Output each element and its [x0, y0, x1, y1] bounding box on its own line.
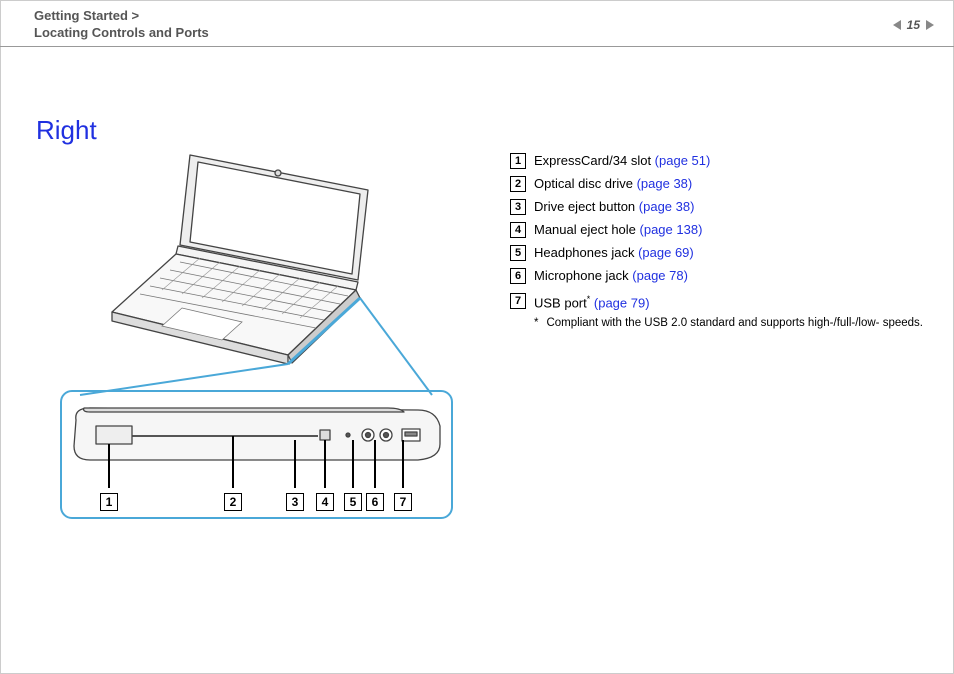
legend-text: ExpressCard/34 slot (page 51) — [534, 152, 710, 170]
pointer-line — [294, 440, 296, 488]
legend-number: 4 — [510, 222, 526, 238]
legend-text: Manual eject hole (page 138) — [534, 221, 702, 239]
legend-label: Microphone jack — [534, 268, 632, 283]
legend-label: Manual eject hole — [534, 222, 640, 237]
pointer-line — [374, 440, 376, 488]
callout-number-row: 1 2 3 4 5 6 7 — [62, 491, 451, 511]
callout-box: 1 2 3 4 5 6 7 — [60, 390, 453, 519]
footnote-text: Compliant with the USB 2.0 standard and … — [546, 317, 923, 329]
callout-number: 2 — [224, 493, 242, 511]
breadcrumb-line1: Getting Started > — [34, 7, 209, 24]
page-ref-link[interactable]: (page 51) — [655, 153, 711, 168]
legend-item: 5 Headphones jack (page 69) — [510, 244, 930, 262]
next-page-icon[interactable] — [926, 20, 934, 30]
page-ref-link[interactable]: (page 79) — [594, 295, 650, 310]
callout-number: 1 — [100, 493, 118, 511]
callout-number: 7 — [394, 493, 412, 511]
pointer-line — [108, 444, 110, 488]
legend-number: 7 — [510, 293, 526, 309]
legend-number: 6 — [510, 268, 526, 284]
page-ref-link[interactable]: (page 38) — [637, 176, 693, 191]
legend-sup: * — [587, 294, 591, 304]
prev-page-icon[interactable] — [893, 20, 901, 30]
legend-number: 5 — [510, 245, 526, 261]
legend-item: 1 ExpressCard/34 slot (page 51) — [510, 152, 930, 170]
legend-text: Headphones jack (page 69) — [534, 244, 694, 262]
legend-number: 3 — [510, 199, 526, 215]
legend-item: 2 Optical disc drive (page 38) — [510, 175, 930, 193]
callout-number: 4 — [316, 493, 334, 511]
laptop-illustration — [110, 150, 400, 370]
side-profile-illustration — [68, 400, 444, 470]
legend-text: Optical disc drive (page 38) — [534, 175, 692, 193]
legend-text: Microphone jack (page 78) — [534, 267, 688, 285]
legend-text: USB port* (page 79) — [534, 290, 650, 312]
legend-number: 1 — [510, 153, 526, 169]
legend-item: 3 Drive eject button (page 38) — [510, 198, 930, 216]
legend-item: 7 USB port* (page 79) — [510, 290, 930, 312]
callout-number: 6 — [366, 493, 384, 511]
page-nav: 15 — [893, 18, 934, 32]
legend-number: 2 — [510, 176, 526, 192]
legend-label: ExpressCard/34 slot — [534, 153, 655, 168]
legend-label: Drive eject button — [534, 199, 639, 214]
breadcrumb: Getting Started > Locating Controls and … — [34, 7, 209, 41]
legend-list: 1 ExpressCard/34 slot (page 51) 2 Optica… — [510, 152, 930, 329]
callout-number: 3 — [286, 493, 304, 511]
page-ref-link[interactable]: (page 78) — [632, 268, 688, 283]
section-title: Right — [36, 115, 97, 146]
page-ref-link[interactable]: (page 38) — [639, 199, 695, 214]
page-header: Getting Started > Locating Controls and … — [0, 0, 954, 47]
page-ref-link[interactable]: (page 138) — [640, 222, 703, 237]
legend-label: Headphones jack — [534, 245, 638, 260]
footnote-mark: * — [534, 317, 538, 329]
illustration-area: 1 2 3 4 5 6 7 — [60, 150, 455, 540]
breadcrumb-line2: Locating Controls and Ports — [34, 24, 209, 41]
legend-item: 6 Microphone jack (page 78) — [510, 267, 930, 285]
pointer-line — [352, 440, 354, 488]
legend-label: Optical disc drive — [534, 176, 637, 191]
legend-item: 4 Manual eject hole (page 138) — [510, 221, 930, 239]
footnote: * Compliant with the USB 2.0 standard and… — [534, 317, 930, 329]
page-number: 15 — [907, 18, 920, 32]
pointer-line — [402, 440, 404, 488]
pointer-line — [324, 440, 326, 488]
pointer-line — [232, 436, 234, 488]
callout-number: 5 — [344, 493, 362, 511]
legend-text: Drive eject button (page 38) — [534, 198, 694, 216]
page-ref-link[interactable]: (page 69) — [638, 245, 694, 260]
legend-label: USB port — [534, 295, 587, 310]
